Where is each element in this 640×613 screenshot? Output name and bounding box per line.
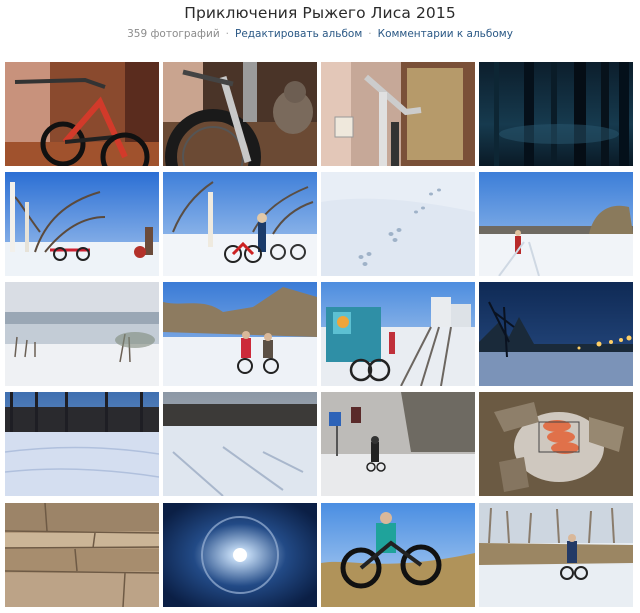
separator: · bbox=[368, 28, 372, 40]
photo-thumbnail[interactable] bbox=[479, 62, 633, 166]
photo-thumbnail[interactable] bbox=[163, 282, 317, 386]
photo-thumbnail[interactable] bbox=[479, 392, 633, 496]
separator: · bbox=[225, 28, 229, 40]
photo-thumbnail[interactable] bbox=[163, 172, 317, 276]
photo-thumbnail[interactable] bbox=[5, 503, 159, 607]
photo-thumbnail[interactable] bbox=[321, 503, 475, 607]
photo-thumbnail[interactable] bbox=[321, 62, 475, 166]
photo-thumbnail[interactable] bbox=[321, 282, 475, 386]
photo-thumbnail[interactable] bbox=[163, 392, 317, 496]
photo-thumbnail[interactable] bbox=[163, 503, 317, 607]
album-header: Приключения Рыжего Лиса 2015 359 фотогра… bbox=[0, 0, 640, 58]
photo-thumbnail[interactable] bbox=[163, 62, 317, 166]
photo-count: 359 фотографий bbox=[127, 28, 220, 40]
photo-grid bbox=[5, 62, 635, 608]
photo-thumbnail[interactable] bbox=[321, 172, 475, 276]
album-title: Приключения Рыжего Лиса 2015 bbox=[184, 4, 456, 22]
photo-thumbnail[interactable] bbox=[5, 172, 159, 276]
photo-thumbnail[interactable] bbox=[479, 282, 633, 386]
album-meta: 359 фотографий · Редактировать альбом · Комм… bbox=[0, 28, 640, 40]
photo-thumbnail[interactable] bbox=[479, 172, 633, 276]
photo-thumbnail[interactable] bbox=[5, 282, 159, 386]
edit-album-link[interactable]: Редактировать альбом bbox=[235, 28, 362, 40]
photo-thumbnail[interactable] bbox=[5, 62, 159, 166]
photo-thumbnail[interactable] bbox=[5, 392, 159, 496]
album-comments-link[interactable]: Комментарии к альбому bbox=[378, 28, 513, 40]
photo-thumbnail[interactable] bbox=[479, 503, 633, 607]
photo-thumbnail[interactable] bbox=[321, 392, 475, 496]
